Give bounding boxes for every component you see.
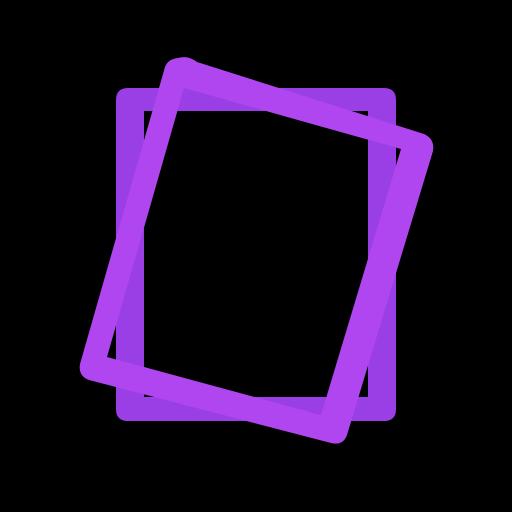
app-icon	[0, 0, 512, 512]
icon-background	[0, 0, 512, 512]
tilted-frames-icon	[0, 0, 512, 512]
